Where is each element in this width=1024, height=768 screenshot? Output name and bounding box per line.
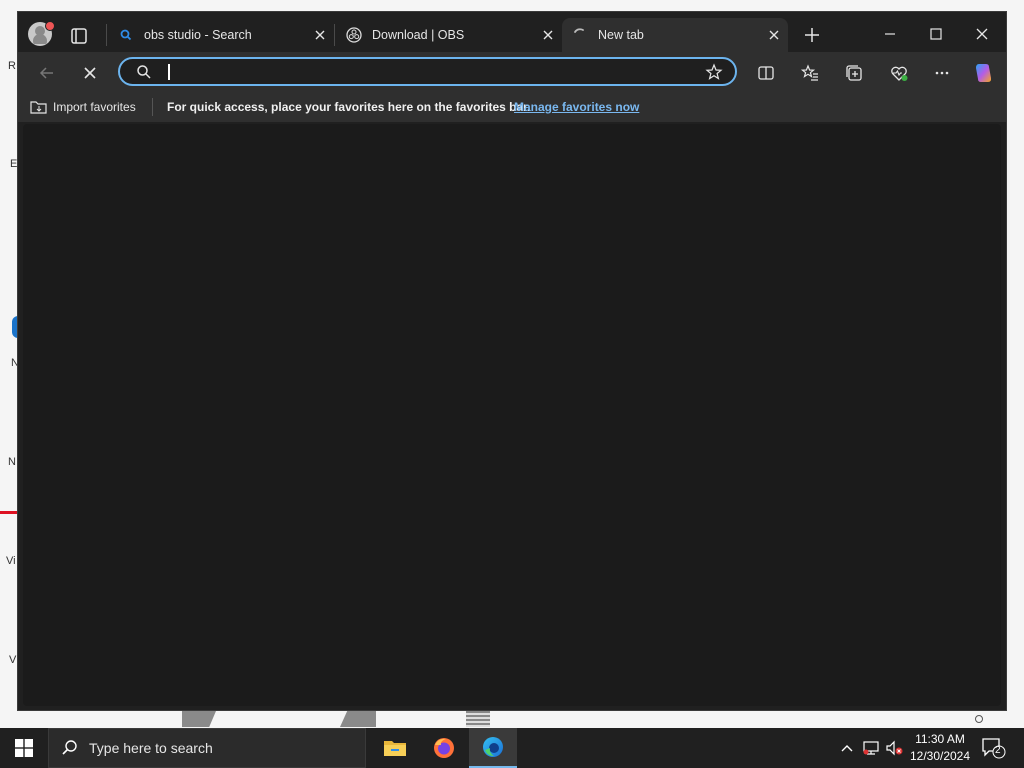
tab-separator <box>334 24 335 46</box>
notifications-button[interactable]: 2 <box>980 736 1008 760</box>
search-icon <box>137 65 151 79</box>
split-screen-button[interactable] <box>753 60 779 86</box>
close-tab-icon[interactable] <box>312 27 328 43</box>
close-tab-icon[interactable] <box>540 27 556 43</box>
loading-spinner-icon <box>572 27 588 43</box>
windows-logo-icon <box>15 739 33 757</box>
desktop-icon-label[interactable]: V <box>9 654 16 666</box>
favorites-bar: Import favorites For quick access, place… <box>18 92 1006 122</box>
stop-x-icon <box>84 67 96 79</box>
import-folder-icon <box>30 101 47 114</box>
profile-notification-dot <box>45 21 55 31</box>
notification-icon <box>982 738 1006 759</box>
file-explorer-taskbar-button[interactable] <box>371 728 419 768</box>
firefox-taskbar-button[interactable] <box>420 728 468 768</box>
new-tab-plus-icon[interactable] <box>802 25 822 45</box>
navigation-toolbar <box>18 52 1006 92</box>
desktop-shape <box>182 711 216 727</box>
taskbar-search-box[interactable]: Type here to search <box>48 728 366 768</box>
notification-count-badge: 2 <box>995 745 1001 756</box>
desktop-dot <box>975 715 983 723</box>
tab-obs-search[interactable]: obs studio - Search <box>108 18 334 52</box>
obs-logo-icon <box>346 27 362 43</box>
desktop-icon-label[interactable]: R <box>8 60 16 72</box>
heart-pulse-icon <box>891 66 908 81</box>
close-window-icon[interactable] <box>967 20 997 48</box>
split-screen-icon <box>758 66 774 80</box>
favorites-button[interactable] <box>797 60 823 86</box>
search-icon <box>118 27 134 43</box>
taskbar-search-placeholder: Type here to search <box>89 740 213 756</box>
taskbar: Type here to search 11:30 AM 12/30/2024 … <box>0 728 1024 768</box>
back-button[interactable] <box>34 60 60 86</box>
desktop-red-line <box>0 511 18 514</box>
tab-title: obs studio - Search <box>144 28 252 42</box>
system-clock[interactable]: 11:30 AM 12/30/2024 <box>905 731 975 765</box>
back-arrow-icon <box>39 67 53 79</box>
collections-button[interactable] <box>841 60 867 86</box>
more-dots-icon <box>935 71 949 75</box>
address-input[interactable] <box>160 62 694 84</box>
title-bar: obs studio - Search Download | OBS New t… <box>18 12 1006 52</box>
more-options-button[interactable] <box>929 60 955 86</box>
address-bar[interactable] <box>118 57 737 86</box>
collections-icon <box>846 65 862 81</box>
page-content-area[interactable] <box>23 124 1001 706</box>
browser-window: obs studio - Search Download | OBS New t… <box>17 11 1007 711</box>
desktop-icon-label[interactable]: Vi <box>6 555 16 567</box>
search-icon <box>62 740 77 755</box>
import-favorites-button[interactable]: Import favorites <box>30 99 136 115</box>
minimize-icon[interactable] <box>875 20 905 48</box>
tab-title: New tab <box>598 28 644 42</box>
folder-icon <box>384 741 406 756</box>
network-icon[interactable] <box>861 738 881 758</box>
tab-download-obs[interactable]: Download | OBS <box>336 18 562 52</box>
clock-date: 12/30/2024 <box>909 749 971 763</box>
favorite-star-icon[interactable] <box>705 63 723 81</box>
favorites-hint-text: For quick access, place your favorites h… <box>167 100 531 114</box>
copilot-icon <box>976 64 992 82</box>
desktop-shape <box>340 711 376 727</box>
favorites-separator <box>152 98 153 116</box>
firefox-icon <box>434 738 454 758</box>
browser-essentials-button[interactable] <box>886 60 912 86</box>
start-button[interactable] <box>0 728 48 768</box>
volume-muted-icon[interactable] <box>884 738 904 758</box>
manage-favorites-link[interactable]: Manage favorites now <box>514 100 639 114</box>
import-favorites-label: Import favorites <box>53 100 136 114</box>
clock-time: 11:30 AM <box>915 732 965 746</box>
close-tab-icon[interactable] <box>766 27 782 43</box>
tab-title: Download | OBS <box>372 28 465 42</box>
copilot-button[interactable] <box>971 60 997 86</box>
tab-new-tab[interactable]: New tab <box>562 18 788 52</box>
favorites-star-list-icon <box>800 64 818 81</box>
tab-separator <box>106 24 107 46</box>
edge-icon <box>483 737 503 757</box>
stop-loading-button[interactable] <box>77 60 103 86</box>
desktop-icon-label[interactable]: N <box>8 456 16 468</box>
desktop-shape <box>466 711 490 727</box>
edge-taskbar-button[interactable] <box>469 728 517 768</box>
tab-actions-icon[interactable] <box>68 25 90 47</box>
chevron-up-icon[interactable] <box>837 738 857 758</box>
maximize-icon[interactable] <box>921 20 951 48</box>
